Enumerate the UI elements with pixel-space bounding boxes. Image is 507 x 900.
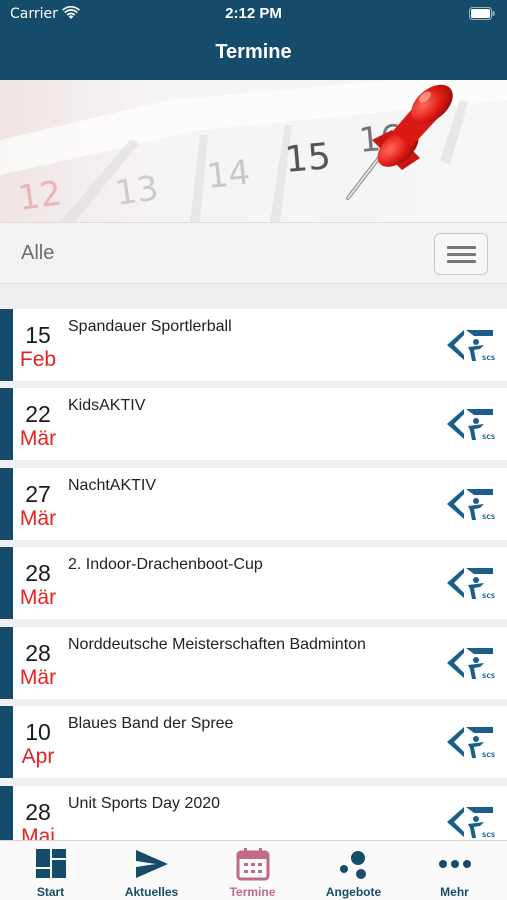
event-month: Mai xyxy=(21,825,55,840)
event-title: Blaues Band der Spree xyxy=(68,715,234,732)
event-row[interactable]: 22 Mär KidsAKTIV SCS xyxy=(0,388,507,460)
event-row[interactable]: 10 Apr Blaues Band der Spree SCS xyxy=(0,706,507,778)
event-month: Mär xyxy=(19,666,57,689)
event-row[interactable]: 15 Feb Spandauer Sportlerball SCS xyxy=(0,309,507,381)
event-row[interactable]: 27 Mär NachtAKTIV SCS xyxy=(0,468,507,540)
tab-label: Termine xyxy=(229,885,276,899)
event-title: Spandauer Sportlerball xyxy=(68,318,232,335)
tab-label: Angebote xyxy=(325,885,382,899)
tab-angebote[interactable]: Angebote xyxy=(303,841,404,900)
event-title: Unit Sports Day 2020 xyxy=(68,795,221,812)
row-accent-bar xyxy=(0,786,13,840)
hamburger-menu-button[interactable] xyxy=(434,233,488,275)
tab-termine[interactable]: Termine xyxy=(202,841,303,900)
row-accent-bar xyxy=(0,388,13,460)
svg-text:SCS: SCS xyxy=(482,593,495,600)
banner-number-0: 12 xyxy=(16,173,64,219)
event-title: 2. Indoor-Drachenboot-Cup xyxy=(68,556,263,573)
calendar-pushpin-illustration: 12 13 14 15 16 xyxy=(0,80,507,222)
hamburger-line xyxy=(447,260,476,263)
svg-text:SCS: SCS xyxy=(482,752,495,759)
scs-logo-icon: SCS xyxy=(447,807,495,839)
event-month: Apr xyxy=(21,745,55,768)
tab-label: Aktuelles xyxy=(124,885,179,899)
scs-logo-icon: SCS xyxy=(447,648,495,680)
battery-icon xyxy=(469,7,495,20)
scs-logo-icon: SCS xyxy=(447,489,495,521)
dots-cluster-icon xyxy=(340,851,366,879)
tab-start[interactable]: Start xyxy=(0,841,101,900)
tab-aktuelles[interactable]: Aktuelles xyxy=(101,841,202,900)
event-month: Feb xyxy=(19,348,57,371)
tab-label: Mehr xyxy=(440,885,469,899)
send-icon xyxy=(136,850,168,878)
grid-icon xyxy=(36,849,66,878)
event-day: 15 xyxy=(25,322,51,348)
row-accent-bar xyxy=(0,706,13,778)
event-day: 22 xyxy=(25,401,51,427)
hamburger-line xyxy=(447,246,476,249)
filter-label[interactable]: Alle xyxy=(21,242,54,265)
calendar-icon xyxy=(236,848,270,881)
event-day: 10 xyxy=(25,719,51,745)
row-accent-bar xyxy=(0,309,13,381)
svg-text:SCS: SCS xyxy=(482,832,495,839)
event-month: Mär xyxy=(19,427,57,450)
svg-text:SCS: SCS xyxy=(482,514,495,521)
event-row[interactable]: 28 Mär Norddeutsche Meisterschaften Badm… xyxy=(0,627,507,699)
status-time: 2:12 PM xyxy=(225,5,282,22)
more-dots-icon xyxy=(439,860,471,868)
svg-text:SCS: SCS xyxy=(482,355,495,362)
row-accent-bar xyxy=(0,627,13,699)
event-day: 28 xyxy=(25,799,51,825)
svg-text:SCS: SCS xyxy=(482,434,495,441)
event-title: KidsAKTIV xyxy=(68,397,146,414)
banner-number-1: 13 xyxy=(113,168,161,214)
row-accent-bar xyxy=(0,468,13,540)
event-title: Norddeutsche Meisterschaften Badminton xyxy=(68,636,366,653)
filter-bar: Alle xyxy=(0,222,507,284)
scs-logo-icon: SCS xyxy=(447,409,495,441)
tab-mehr[interactable]: Mehr xyxy=(404,841,505,900)
tab-bar: Start Aktuelles Termine Angebote Mehr xyxy=(0,840,507,900)
banner-number-2: 14 xyxy=(205,153,252,197)
event-month: Mär xyxy=(19,586,57,609)
event-list: 15 Feb Spandauer Sportlerball SCS 22 Mär… xyxy=(0,309,507,840)
event-row[interactable]: 28 Mai Unit Sports Day 2020 SCS xyxy=(0,786,507,840)
event-title: NachtAKTIV xyxy=(68,477,157,494)
tab-label: Start xyxy=(36,885,65,899)
page-title: Termine xyxy=(215,41,292,63)
event-row[interactable]: 28 Mär 2. Indoor-Drachenboot-Cup SCS xyxy=(0,547,507,619)
hamburger-line xyxy=(447,253,476,256)
status-bar: Carrier 2:12 PM xyxy=(0,0,507,28)
row-accent-bar xyxy=(0,547,13,619)
scs-logo-icon: SCS xyxy=(447,330,495,362)
calendar-banner-image: 12 13 14 15 16 xyxy=(0,80,507,222)
event-day: 27 xyxy=(25,481,51,507)
scs-logo-icon: SCS xyxy=(447,568,495,600)
event-month: Mär xyxy=(19,507,57,530)
svg-text:SCS: SCS xyxy=(482,673,495,680)
app-header: Carrier 2:12 PM Termine xyxy=(0,0,507,80)
banner-number-3: 15 xyxy=(283,136,332,181)
scs-logo-icon: SCS xyxy=(447,727,495,759)
event-day: 28 xyxy=(25,560,51,586)
event-day: 28 xyxy=(25,640,51,666)
